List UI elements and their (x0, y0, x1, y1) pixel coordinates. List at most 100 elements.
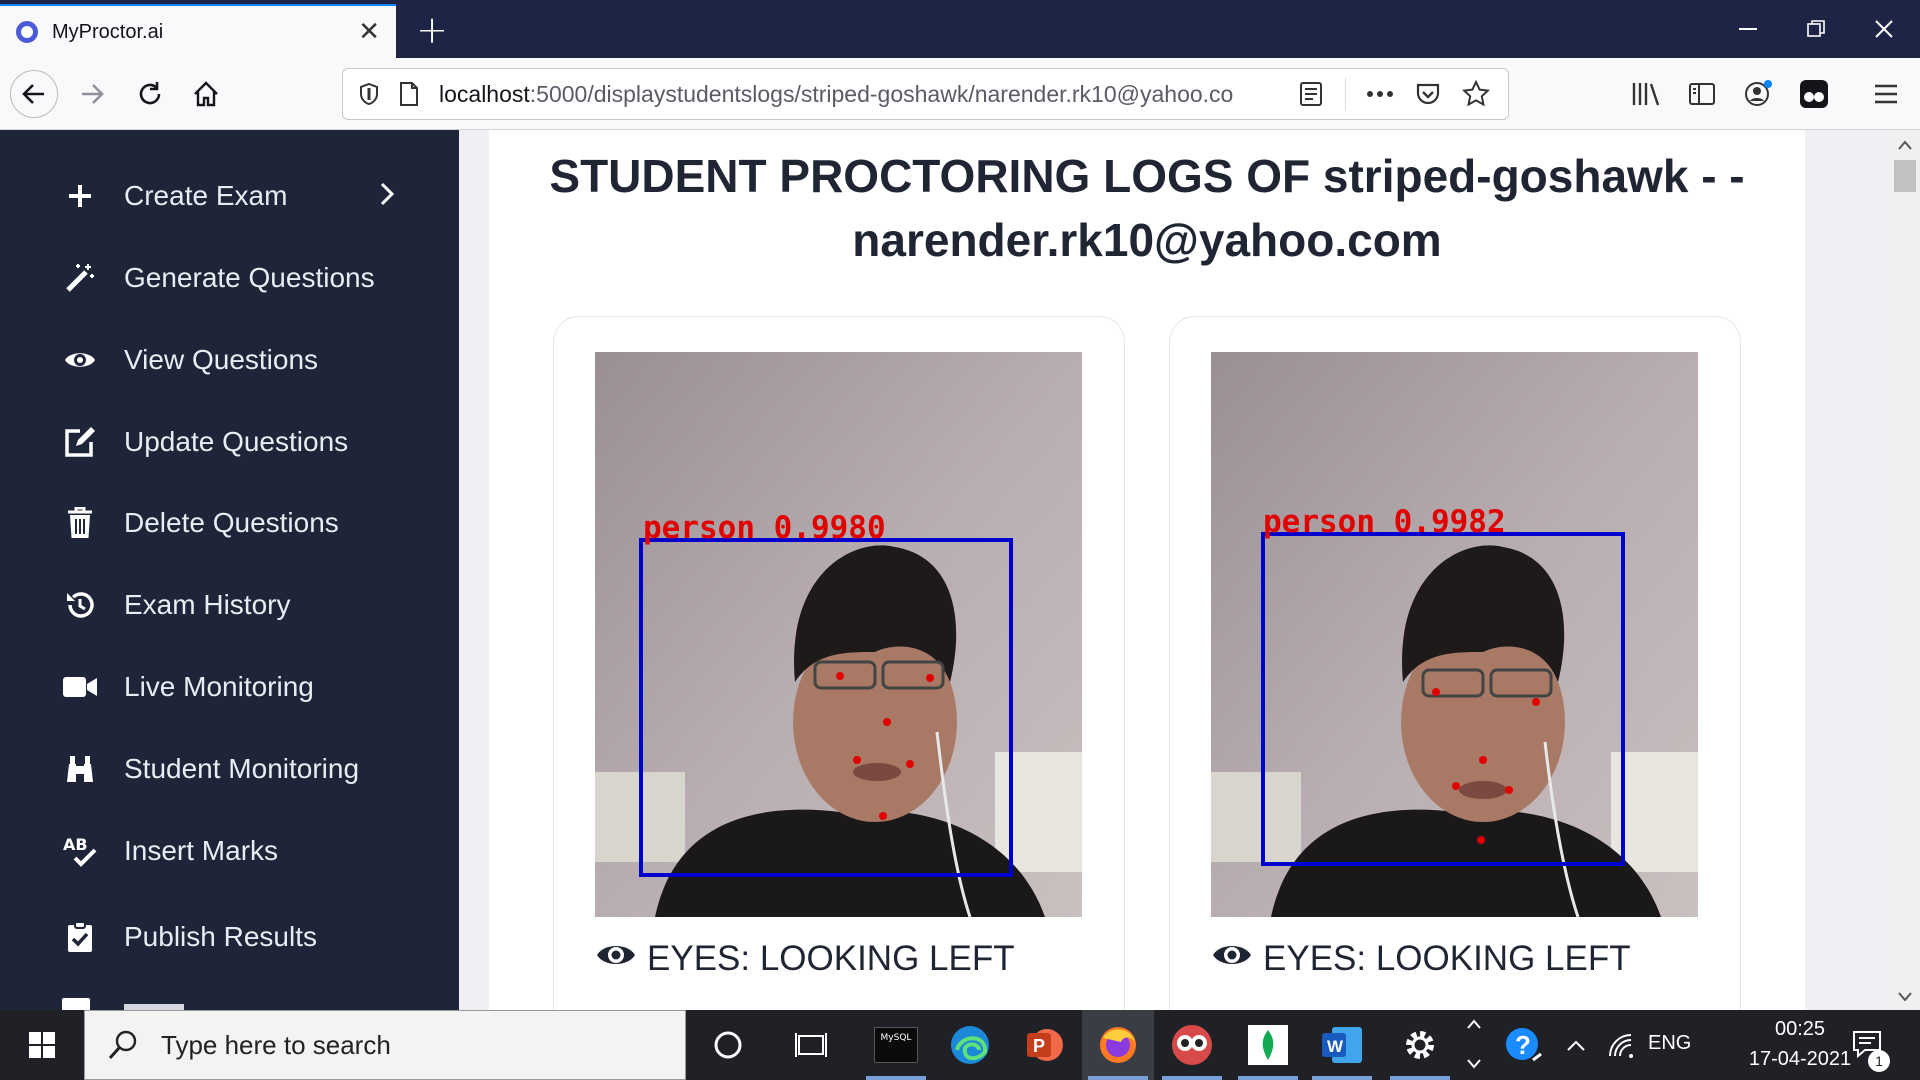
sidebar-item-publish-results[interactable]: Publish Results (0, 907, 459, 967)
sidebar-item-label: Create Exam (124, 180, 288, 211)
reload-button[interactable] (126, 70, 174, 118)
browser-tab[interactable]: MyProctor.ai ✕ (0, 4, 396, 58)
help-icon: ? (1506, 1028, 1542, 1062)
taskbar-scroll[interactable] (1466, 1016, 1490, 1074)
proctoring-snapshot[interactable]: person 0.9980 (595, 352, 1082, 917)
powerpoint-icon: P (1027, 1029, 1063, 1061)
scroll-thumb[interactable] (1894, 160, 1916, 192)
cortana-icon (714, 1031, 742, 1059)
sidebar-item-delete-questions[interactable]: Delete Questions (0, 493, 459, 553)
language-indicator[interactable]: ENG (1648, 1032, 1691, 1055)
home-button[interactable] (182, 70, 230, 118)
svg-text:P: P (1033, 1036, 1045, 1056)
magic-wand-icon (60, 258, 100, 298)
address-bar[interactable]: localhost:5000/displaystudentslogs/strip… (342, 68, 1509, 120)
start-button[interactable] (6, 1010, 78, 1080)
page-actions-menu-icon[interactable] (1360, 74, 1400, 114)
edge-browser-icon (951, 1026, 989, 1064)
svg-text:AB: AB (63, 835, 88, 854)
taskbar-app-edge[interactable] (934, 1010, 1006, 1080)
notification-center-button[interactable]: 1 (1838, 1010, 1898, 1080)
next-sidebar-item-icon (62, 998, 90, 1010)
scroll-down-icon[interactable] (1898, 992, 1912, 1002)
scroll-up-icon[interactable] (1898, 140, 1912, 150)
sidebar-item-student-monitoring[interactable]: Student Monitoring (0, 739, 459, 799)
tray-overflow-button[interactable] (1556, 1010, 1596, 1080)
sidebar-item-label: Live Monitoring (124, 671, 314, 702)
new-tab-button[interactable]: + (410, 8, 454, 52)
spell-check-icon: AB (60, 831, 100, 871)
sidebar-item-view-questions[interactable]: View Questions (0, 330, 459, 390)
mongodb-leaf-icon (1248, 1025, 1288, 1065)
next-sidebar-item-label-cut (124, 996, 184, 1010)
taskbar-app-mongodb[interactable] (1232, 1010, 1304, 1080)
restore-window-button[interactable] (1788, 0, 1844, 58)
tray-help-button[interactable]: ? (1494, 1010, 1554, 1080)
clipboard-check-icon (60, 917, 100, 957)
binoculars-icon (60, 749, 100, 789)
back-button[interactable] (10, 70, 58, 118)
sidebar-item-label: Update Questions (124, 426, 349, 457)
reload-icon (139, 82, 161, 105)
reader-view-icon[interactable] (1291, 74, 1331, 114)
app-menu-icon[interactable] (1866, 74, 1906, 114)
sidebar-item-generate-questions[interactable]: Generate Questions (0, 248, 459, 308)
wifi-icon (1609, 1034, 1633, 1058)
close-window-button[interactable] (1856, 0, 1912, 58)
sidebar-item-insert-marks[interactable]: AB Insert Marks (0, 821, 459, 881)
sidebar-item-exam-history[interactable]: Exam History (0, 575, 459, 635)
notification-count-badge: 1 (1868, 1050, 1890, 1072)
firefox-icon (1100, 1027, 1136, 1063)
taskbar-app-settings[interactable] (1384, 1010, 1456, 1080)
page-info-icon[interactable] (389, 74, 429, 114)
minimize-window-button[interactable] (1720, 0, 1776, 58)
pocket-icon[interactable] (1408, 74, 1448, 114)
site-favicon-icon (16, 21, 38, 43)
page-title: STUDENT PROCTORING LOGS OF striped-gosha… (549, 150, 1745, 266)
url-text[interactable]: localhost:5000/displaystudentslogs/strip… (439, 81, 1289, 108)
cortana-button[interactable] (692, 1010, 764, 1080)
sidebar-item-label: Student Monitoring (124, 753, 360, 784)
extension-icon[interactable] (1794, 74, 1834, 114)
sidebar-item-label: Publish Results (124, 921, 317, 952)
taskbar-search-box[interactable]: Type here to search (84, 1010, 686, 1080)
bookmark-star-icon[interactable] (1456, 74, 1496, 114)
close-tab-icon[interactable]: ✕ (358, 19, 380, 45)
forward-button[interactable] (68, 70, 116, 118)
page-scrollbar[interactable] (1890, 130, 1920, 1010)
sidebar-item-update-questions[interactable]: Update Questions (0, 412, 459, 472)
sidebar-item-live-monitoring[interactable]: Live Monitoring (0, 657, 459, 717)
account-icon[interactable] (1738, 74, 1778, 114)
sidebar-item-label: Delete Questions (124, 507, 339, 538)
urlbar-divider (1345, 77, 1346, 111)
eye-icon (60, 340, 100, 380)
taskbar-app-tracker[interactable] (1156, 1010, 1228, 1080)
svg-text:?: ? (1515, 1030, 1531, 1060)
eye-icon (1211, 939, 1253, 979)
taskbar-app-word[interactable]: W (1306, 1010, 1378, 1080)
sidebar-item-create-exam[interactable]: Create Exam (0, 166, 459, 226)
forward-arrow-icon (82, 84, 104, 104)
proctoring-snapshot[interactable]: person 0.9982 (1211, 352, 1698, 917)
taskbar-app-firefox[interactable] (1082, 1010, 1154, 1080)
library-icon[interactable] (1626, 74, 1666, 114)
sidebar-item-label: View Questions (124, 344, 319, 375)
tray-network-button[interactable] (1600, 1010, 1644, 1080)
windows-logo-icon (29, 1032, 55, 1058)
log-card: person 0.9982 EYES: LOOKING LEFT (1169, 316, 1741, 1010)
task-view-button[interactable] (776, 1010, 848, 1080)
tab-title: MyProctor.ai (52, 20, 164, 43)
logs-panel: STUDENT PROCTORING LOGS OF striped-gosha… (489, 130, 1805, 1010)
tracking-protection-icon[interactable] (349, 74, 389, 114)
taskbar-app-mysql[interactable]: MySQL (860, 1010, 932, 1080)
edit-icon (60, 422, 100, 462)
history-icon (60, 585, 100, 625)
task-view-icon (795, 1033, 827, 1057)
sidebar-toggle-icon[interactable] (1682, 74, 1722, 114)
main-content: STUDENT PROCTORING LOGS OF striped-gosha… (459, 130, 1890, 1010)
sidebar-item-label: Exam History (124, 589, 291, 620)
trash-icon (60, 503, 100, 543)
taskbar-app-powerpoint[interactable]: P (1008, 1010, 1080, 1080)
sidebar-item-label: Insert Marks (124, 835, 279, 866)
browser-toolbar: localhost:5000/displaystudentslogs/strip… (0, 58, 1920, 130)
